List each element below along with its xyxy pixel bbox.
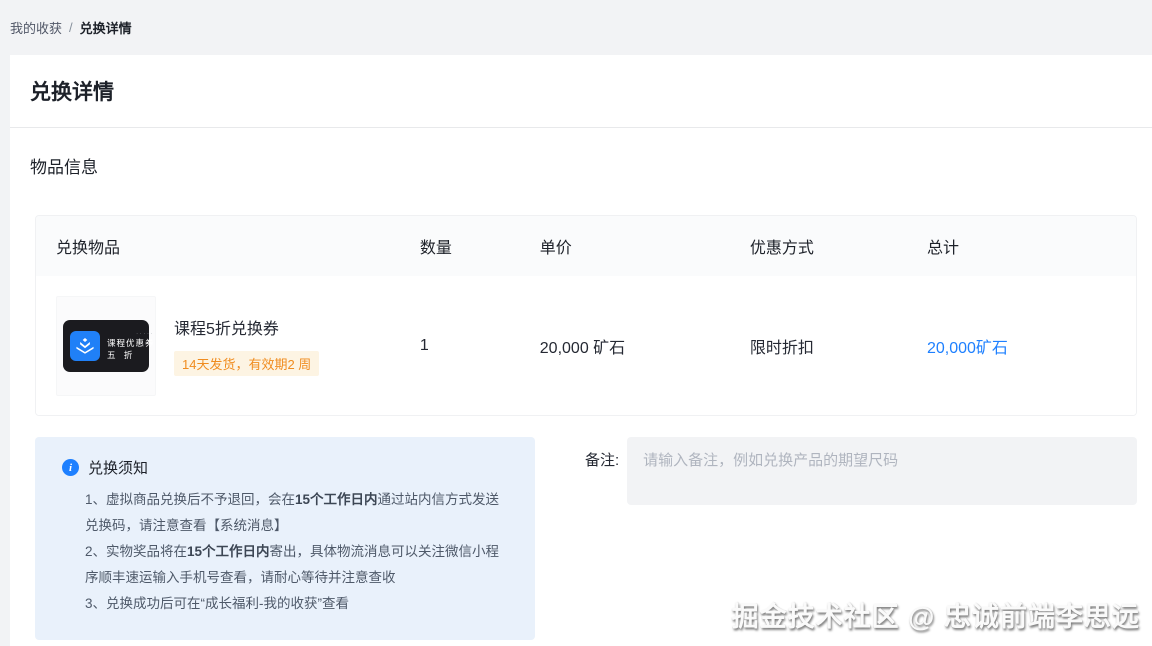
notice-list: 1、虚拟商品兑换后不予退回，会在15个工作日内通过站内信方式发送兑换码，请注意查… <box>85 487 511 617</box>
column-header-quantity: 数量 <box>420 234 540 258</box>
remark-section: 备注: <box>585 437 1137 505</box>
remark-input[interactable] <box>627 437 1137 505</box>
discount-value: 限时折扣 <box>750 334 927 358</box>
coupon-card-line2: 五 折 <box>107 351 155 360</box>
column-header-total: 总计 <box>927 234 1136 258</box>
breadcrumb: 我的收获 / 兑换详情 <box>0 0 1152 55</box>
section-title-goods-info: 物品信息 <box>30 153 1137 178</box>
panel-header: 兑换详情 <box>10 55 1152 128</box>
exchange-notice-box: i 兑换须知 1、虚拟商品兑换后不予退回，会在15个工作日内通过站内信方式发送兑… <box>35 437 535 640</box>
breadcrumb-separator: / <box>69 20 73 35</box>
goods-table: 兑换物品 数量 单价 优惠方式 总计 <box>35 215 1137 416</box>
notice-title-row: i 兑换须知 <box>62 457 511 478</box>
goods-cell: ····· 课程优惠券 五 折 课程5折兑换券 14天发货，有效期2 周 <box>36 296 420 396</box>
goods-info: 课程5折兑换券 14天发货，有效期2 周 <box>174 315 319 376</box>
unit-price-value: 20,000 矿石 <box>540 334 750 358</box>
notice-item: 3、兑换成功后可在“成长福利-我的收获”查看 <box>85 591 511 617</box>
coupon-card: ····· 课程优惠券 五 折 <box>63 320 149 372</box>
product-image: ····· 课程优惠券 五 折 <box>56 296 156 396</box>
coupon-card-line1: 课程优惠券 <box>107 339 155 348</box>
coupon-card-text: ····· 课程优惠券 五 折 <box>107 332 155 360</box>
page-title: 兑换详情 <box>30 76 114 106</box>
panel-content: 物品信息 兑换物品 数量 单价 优惠方式 总计 <box>10 128 1152 640</box>
juejin-logo-icon <box>70 331 100 361</box>
table-header-row: 兑换物品 数量 单价 优惠方式 总计 <box>36 216 1136 276</box>
product-name: 课程5折兑换券 <box>174 315 319 339</box>
remark-label: 备注: <box>585 449 619 505</box>
notice-item: 2、实物奖品将在15个工作日内寄出，具体物流消息可以关注微信小程序顺丰速运输入手… <box>85 539 511 591</box>
column-header-discount: 优惠方式 <box>750 234 927 258</box>
bottom-area: i 兑换须知 1、虚拟商品兑换后不予退回，会在15个工作日内通过站内信方式发送兑… <box>35 437 1137 640</box>
coupon-card-dots: ····· <box>107 332 155 337</box>
breadcrumb-current: 兑换详情 <box>80 18 132 37</box>
notice-title: 兑换须知 <box>88 457 148 478</box>
column-header-item: 兑换物品 <box>36 234 420 258</box>
column-header-unit-price: 单价 <box>540 234 750 258</box>
shipping-badge: 14天发货，有效期2 周 <box>174 351 319 376</box>
notice-item: 1、虚拟商品兑换后不予退回，会在15个工作日内通过站内信方式发送兑换码，请注意查… <box>85 487 511 539</box>
breadcrumb-parent-link[interactable]: 我的收获 <box>10 18 62 37</box>
table-row: ····· 课程优惠券 五 折 课程5折兑换券 14天发货，有效期2 周 1 2… <box>36 276 1136 415</box>
info-icon: i <box>62 459 79 476</box>
quantity-value: 1 <box>420 337 540 355</box>
detail-panel: 兑换详情 物品信息 兑换物品 数量 单价 优惠方式 总计 <box>10 55 1152 646</box>
total-value: 20,000矿石 <box>927 334 1136 358</box>
